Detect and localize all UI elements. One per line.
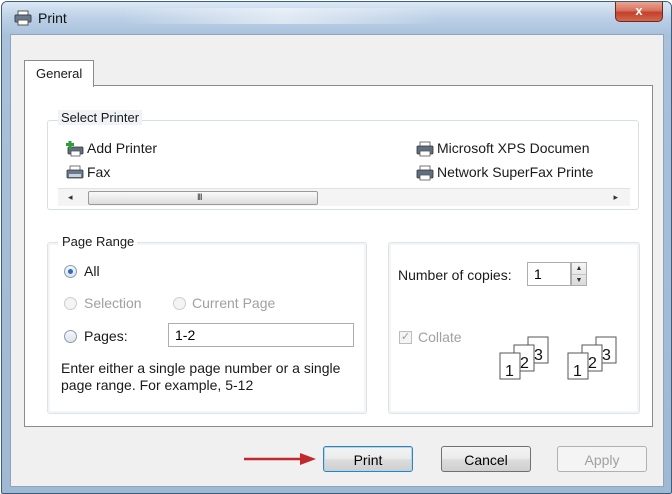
printer-name: Add Printer [87,140,158,156]
collate-page-number: 3 [534,347,543,364]
title-bar-glow [122,8,442,24]
printer-name: Fax [87,164,111,180]
annotation-arrow-icon [244,453,316,465]
printer-list-scrollbar[interactable]: ◂ III ▸ [58,188,630,206]
tab-general-label: General [36,66,83,81]
collate-page-number: 2 [520,355,529,372]
collate-pages-icon: 3 2 1 [567,336,617,380]
close-icon: x [635,3,643,18]
radio-pages-label: Pages: [84,328,128,344]
collate-checkbox[interactable]: ✓ [399,331,412,344]
copies-label: Number of copies: [398,267,512,283]
cancel-button[interactable]: Cancel [441,446,531,472]
page-range-label: Page Range [58,234,138,249]
select-printer-label: Select Printer [58,110,143,125]
collate-page-number: 3 [602,347,611,364]
radio-all-label: All [84,263,100,279]
fax-icon [66,165,84,179]
spinner-up-icon[interactable]: ▲ [572,263,586,275]
collate-page-number: 1 [505,363,514,380]
printer-icon [416,141,434,157]
printer-icon [416,165,434,181]
scrollbar-grip-icon: III [197,192,202,202]
apply-button[interactable]: Apply [557,446,647,472]
scroll-left-icon[interactable]: ◂ [68,192,73,203]
radio-all[interactable] [64,265,77,278]
scrollbar-thumb[interactable]: III [88,191,318,205]
radio-selection-label: Selection [84,295,142,311]
close-button[interactable]: x [615,2,663,22]
collate-label: Collate [418,329,462,345]
print-button[interactable]: Print [323,446,413,472]
copies-spinner[interactable]: ▲ ▼ [571,262,587,286]
radio-current-page-label: Current Page [192,295,276,311]
pages-input[interactable] [168,323,354,347]
spinner-down-icon[interactable]: ▼ [572,275,586,286]
add-printer-icon [66,141,84,157]
printer-icon [14,10,32,26]
radio-selection[interactable] [64,297,77,310]
title-bar[interactable]: Print x [2,2,671,34]
radio-current-page[interactable] [173,297,186,310]
collate-pages-icon: 3 2 1 [499,336,549,380]
printer-name: Network SuperFax Printe [437,164,594,180]
tab-general[interactable]: General [24,60,94,87]
collate-page-number: 2 [588,355,597,372]
collate-page-number: 1 [573,363,582,380]
scroll-right-icon[interactable]: ▸ [613,192,618,203]
printer-name: Microsoft XPS Documen [437,140,590,156]
page-range-hint: Enter either a single page number or a s… [61,360,341,393]
radio-pages[interactable] [64,330,77,343]
window-title: Print [38,10,67,26]
copies-input[interactable] [527,262,571,286]
